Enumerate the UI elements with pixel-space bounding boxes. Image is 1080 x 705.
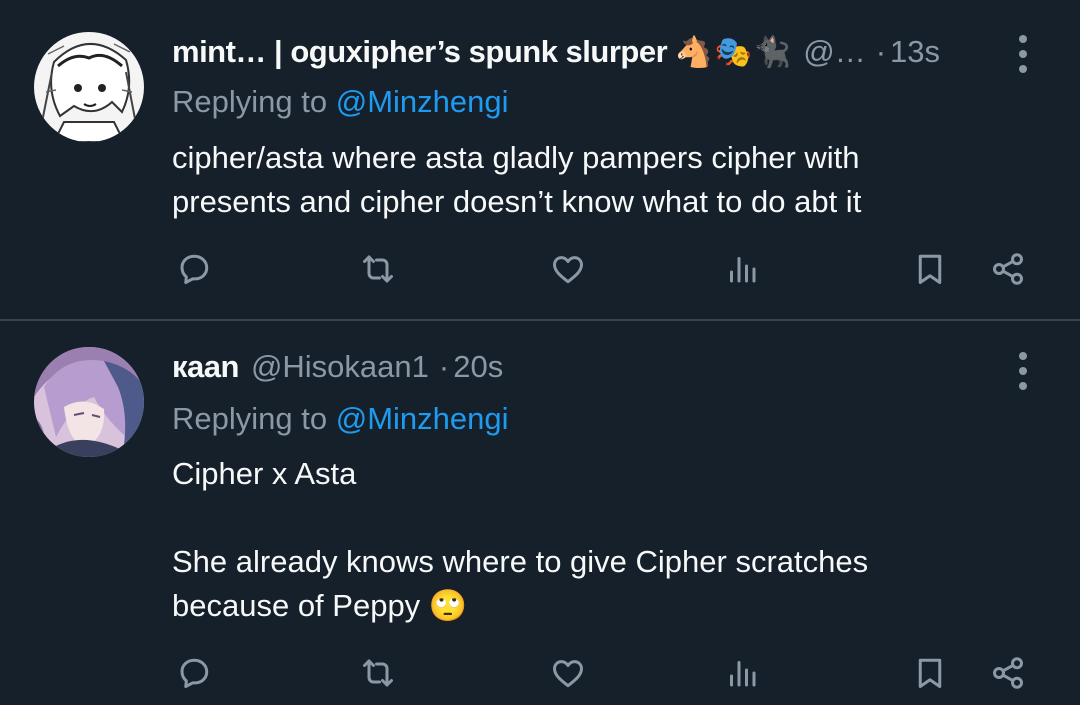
replying-prefix: Replying to xyxy=(172,84,336,119)
avatar[interactable] xyxy=(34,347,144,457)
avatar[interactable] xyxy=(34,32,144,142)
timestamp[interactable]: 20s xyxy=(453,349,503,385)
handle[interactable]: @Hisokaan1 xyxy=(251,349,429,385)
black-cat-emoji: 🐈‍⬛ xyxy=(753,35,792,69)
separator: · xyxy=(875,34,887,69)
views-icon[interactable] xyxy=(720,651,764,695)
tweet-text: Cipher x Asta She already knows where to… xyxy=(172,452,1040,628)
share-icon[interactable] xyxy=(986,247,1030,291)
heart-icon[interactable] xyxy=(546,247,590,291)
action-bar xyxy=(172,247,1042,291)
separator: · xyxy=(438,349,450,384)
tweet-text-line: Cipher x Asta xyxy=(172,456,357,491)
replying-to-line: Replying to @Minzhengi xyxy=(172,84,509,120)
display-name[interactable]: каan xyxy=(172,349,239,385)
tweet-header: каan @Hisokaan1 · 20s xyxy=(172,345,980,389)
action-bar xyxy=(172,651,1042,695)
share-icon[interactable] xyxy=(986,651,1030,695)
tweet-text-line: She already knows where to give Cipher s… xyxy=(172,544,869,579)
tweet-header: mint… | oguxipher’s spunk slurper 🐴 🎭 🐈‍… xyxy=(172,30,980,74)
retweet-icon[interactable] xyxy=(356,247,400,291)
bookmark-icon[interactable] xyxy=(908,247,952,291)
mention-link[interactable]: @Minzhengi xyxy=(336,401,509,436)
tweet-text: cipher/asta where asta gladly pampers ci… xyxy=(172,136,1040,224)
tweet-text-line: presents and cipher doesn’t know what to… xyxy=(172,184,862,219)
tweet[interactable]: каan @Hisokaan1 · 20s Replying to @Minzh… xyxy=(0,321,1080,705)
views-icon[interactable] xyxy=(720,247,764,291)
reply-icon[interactable] xyxy=(172,651,216,695)
reply-icon[interactable] xyxy=(172,247,216,291)
retweet-icon[interactable] xyxy=(356,651,400,695)
tweet[interactable]: mint… | oguxipher’s spunk slurper 🐴 🎭 🐈‍… xyxy=(0,0,1080,320)
handle[interactable]: @… xyxy=(803,34,865,70)
mention-link[interactable]: @Minzhengi xyxy=(336,84,509,119)
horse-emoji: 🐴 xyxy=(675,35,713,69)
tweet-text-line: because of Peppy 🙄 xyxy=(172,588,468,623)
tweet-text-line: cipher/asta where asta gladly pampers ci… xyxy=(172,140,860,175)
name-emojis: 🐴 🎭 🐈‍⬛ xyxy=(675,35,791,70)
timestamp[interactable]: 13s xyxy=(890,34,940,70)
display-name[interactable]: mint… | oguxipher’s spunk slurper xyxy=(172,34,668,70)
masks-emoji: 🎭 xyxy=(714,35,752,69)
timeline-feed: mint… | oguxipher’s spunk slurper 🐴 🎭 🐈‍… xyxy=(0,0,1080,705)
bookmark-icon[interactable] xyxy=(908,651,952,695)
more-options-icon[interactable] xyxy=(1008,34,1038,74)
heart-icon[interactable] xyxy=(546,651,590,695)
replying-prefix: Replying to xyxy=(172,401,336,436)
replying-to-line: Replying to @Minzhengi xyxy=(172,401,509,437)
more-options-icon[interactable] xyxy=(1008,351,1038,391)
